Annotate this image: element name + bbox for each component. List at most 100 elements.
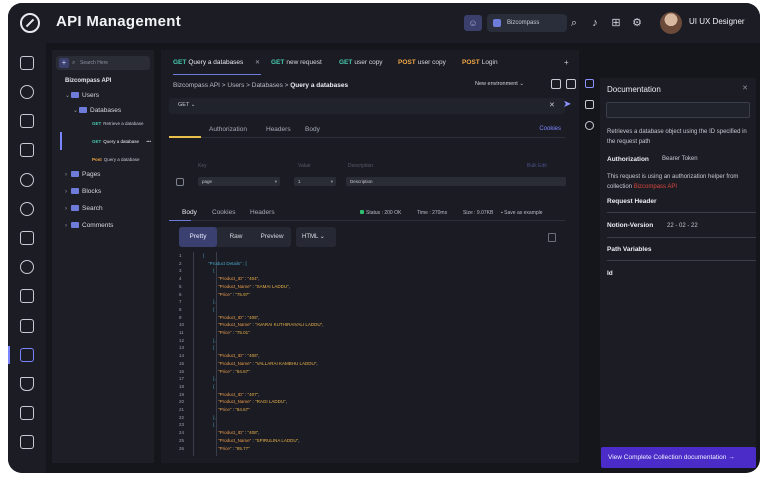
workspace-select[interactable]: Bizcompass <box>487 14 567 32</box>
param-value-select[interactable]: 1 ▾ <box>294 177 336 186</box>
tree-root[interactable]: Bizcompass API <box>65 78 111 84</box>
response-size: Size : 9.07KB <box>463 210 494 216</box>
workspace-label: Bizcompass <box>507 20 540 26</box>
new-tab-button[interactable]: + <box>564 58 569 67</box>
document-icon[interactable] <box>585 79 594 88</box>
tab-response-cookies[interactable]: Cookies <box>212 209 235 216</box>
api-icon[interactable] <box>20 348 34 362</box>
code-text: "Product_ID" : "407", <box>218 391 260 397</box>
compass-logo-icon[interactable] <box>20 13 40 33</box>
briefcase-icon[interactable] <box>20 114 34 128</box>
divider <box>607 212 756 213</box>
search-icon[interactable]: ⌕ <box>567 16 581 30</box>
tab-new-request[interactable]: GET new request <box>271 59 322 66</box>
close-icon[interactable]: ✕ <box>255 59 260 66</box>
tree-search-placeholder: Search Here <box>80 60 109 66</box>
user-icon[interactable] <box>20 85 34 99</box>
team-icon[interactable]: ☺ <box>464 15 482 31</box>
monitor-icon[interactable] <box>20 406 34 420</box>
line-number: 11 <box>179 330 184 335</box>
tree-request-post-query[interactable]: Post Query a database <box>92 155 140 165</box>
bell-icon[interactable]: ♪ <box>588 16 602 30</box>
trophy-icon[interactable] <box>20 377 34 391</box>
tree-folder-comments[interactable]: › Comments <box>65 221 113 231</box>
collection-tree: + ⌕ Search Here Bizcompass API ⌄ Users ⌄ D… <box>52 50 154 463</box>
tab-user-copy-post[interactable]: POST user copy <box>398 59 446 66</box>
folder-icon <box>71 188 79 195</box>
tree-search-input[interactable]: + ⌕ Search Here <box>56 56 150 70</box>
tab-user-copy-get[interactable]: GET user copy <box>339 59 383 66</box>
tree-folder-users[interactable]: ⌄ Users <box>65 91 99 101</box>
view-collection-docs-button[interactable]: View Complete Collection documentation → <box>601 447 756 468</box>
save-as-example-button[interactable]: ▪ Save as example <box>501 210 543 216</box>
copy-icon[interactable] <box>548 233 556 242</box>
settings-icon[interactable]: ⚙ <box>630 16 644 30</box>
breadcrumb-path[interactable]: Bizcompass API > Users > Databases > <box>173 82 290 89</box>
tab-authorization[interactable]: Authorization <box>209 126 247 133</box>
tree-folder-search[interactable]: › Search <box>65 204 103 214</box>
view-preview-button[interactable]: Preview <box>253 227 291 247</box>
doc-collection-link[interactable]: Bizcompass API <box>634 184 677 190</box>
more-icon[interactable]: ••• <box>146 139 151 144</box>
view-raw-button[interactable]: Raw <box>219 227 253 247</box>
user-settings-icon[interactable] <box>20 202 34 216</box>
line-number: 9 <box>179 314 182 320</box>
comment-icon[interactable] <box>585 100 594 109</box>
tab-body[interactable]: Body <box>305 126 320 133</box>
cookies-link[interactable]: Cookies <box>539 126 561 132</box>
tree-folder-databases[interactable]: ⌄ Databases <box>73 106 121 116</box>
status-ok-icon <box>360 210 364 214</box>
tab-login[interactable]: POST Login <box>462 59 498 66</box>
environment-select[interactable]: New environment ⌄ <box>475 81 524 87</box>
tree-request-query-selected[interactable]: GET Query a database ••• <box>92 137 151 147</box>
tree-folder-blocks[interactable]: › Blocks <box>65 187 101 197</box>
apps-icon[interactable]: ⊞ <box>609 16 623 30</box>
trash-icon[interactable] <box>566 79 576 89</box>
doc-search-input[interactable] <box>606 102 750 118</box>
info-icon[interactable] <box>585 121 594 130</box>
param-description-input[interactable]: Description <box>346 177 566 186</box>
line-number: 5 <box>179 283 182 289</box>
response-time: Time : 270ms <box>417 210 448 216</box>
code-text: "Price" : "84.67" <box>218 407 250 412</box>
tab-query-databases[interactable]: GET Query a databases <box>173 59 243 66</box>
line-number: 14 <box>179 353 185 359</box>
user-name[interactable]: UI UX Designer <box>689 17 745 26</box>
tab-headers[interactable]: Headers <box>266 126 291 133</box>
tree-folder-label: Pages <box>82 171 101 178</box>
param-key-select[interactable]: page ▾ <box>198 177 280 186</box>
home-icon[interactable] <box>20 56 34 70</box>
chart-icon[interactable] <box>20 289 34 303</box>
avatar[interactable] <box>660 12 682 34</box>
id-card-icon[interactable] <box>20 319 34 333</box>
line-number: 23 <box>179 422 185 428</box>
line-number: 17 <box>179 376 185 382</box>
code-guide <box>193 252 194 456</box>
send-button[interactable]: ➤ <box>563 99 571 110</box>
tree-folder-pages[interactable]: › Pages <box>65 170 100 180</box>
tree-request-retrieve[interactable]: GET Retrieve a database <box>92 119 144 129</box>
line-number: 10 <box>179 322 185 328</box>
param-checkbox[interactable] <box>176 178 184 186</box>
add-user-icon[interactable] <box>20 173 34 187</box>
bulk-edit-link[interactable]: Bulk Edit <box>527 163 547 169</box>
tab-response-body[interactable]: Body <box>182 209 197 216</box>
cards-icon[interactable] <box>20 143 34 157</box>
tab-response-headers[interactable]: Headers <box>250 209 275 216</box>
request-label: Query a database <box>103 157 140 162</box>
doc-version-value: 22 - 02 - 22 <box>667 223 698 229</box>
add-collection-button[interactable]: + <box>59 58 69 68</box>
request-tabs-bar: GET Query a databases ✕ GET new request GE… <box>161 50 579 76</box>
gear-icon[interactable] <box>20 260 34 274</box>
clear-icon[interactable]: ✕ <box>549 101 555 109</box>
request-label: Query a database <box>103 139 140 144</box>
save-icon[interactable] <box>551 79 561 89</box>
format-select[interactable]: HTML ⌄ <box>296 227 336 247</box>
view-pretty-button[interactable]: Pretty <box>179 227 217 247</box>
logout-icon[interactable] <box>20 435 34 449</box>
close-icon[interactable]: ✕ <box>742 84 748 92</box>
tree-folder-label: Databases <box>90 107 122 114</box>
grid-icon[interactable] <box>20 231 34 245</box>
url-bar[interactable]: GET ⌄ ✕ <box>169 98 565 114</box>
method-select[interactable]: GET ⌄ <box>178 102 195 108</box>
